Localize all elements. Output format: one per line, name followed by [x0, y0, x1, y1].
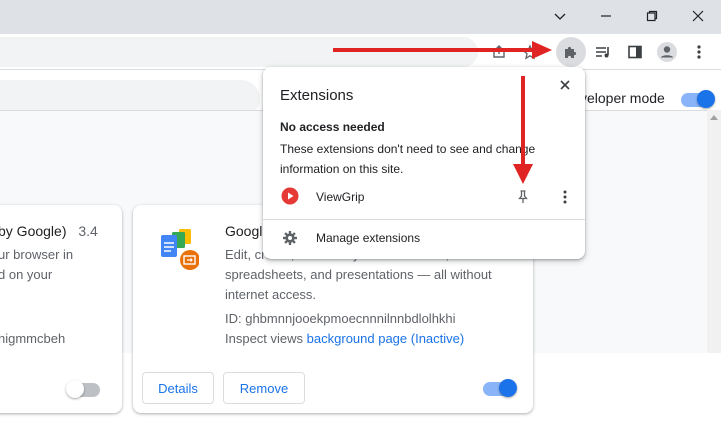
- extension-description-line: internet access.: [225, 287, 317, 302]
- manage-extensions-row[interactable]: Manage extensions: [263, 225, 585, 251]
- extension-title: by Google): [0, 223, 67, 239]
- extension-name: ViewGrip: [316, 190, 365, 204]
- developer-mode-label: veloper mode: [580, 90, 665, 106]
- developer-mode-toggle[interactable]: [681, 90, 715, 108]
- extension-enable-toggle[interactable]: [483, 379, 517, 397]
- address-bar[interactable]: [0, 37, 478, 67]
- close-icon[interactable]: [675, 0, 721, 32]
- share-icon[interactable]: [484, 37, 514, 67]
- background-page-link[interactable]: background page (Inactive): [307, 331, 465, 346]
- pin-icon[interactable]: [515, 189, 531, 205]
- settings-gear-icon: [282, 230, 298, 246]
- media-control-icon[interactable]: [588, 37, 618, 67]
- close-icon[interactable]: [555, 75, 575, 95]
- extension-description-line: ur browser in: [0, 247, 74, 262]
- more-options-icon[interactable]: [557, 189, 573, 205]
- scrollbar[interactable]: [707, 110, 721, 353]
- extension-row-viewgrip[interactable]: ViewGrip: [263, 184, 585, 210]
- popup-divider: [263, 219, 585, 220]
- restore-icon[interactable]: [629, 0, 675, 32]
- profile-avatar-icon[interactable]: [652, 37, 682, 67]
- scroll-up-icon[interactable]: [710, 115, 718, 120]
- chevron-down-icon[interactable]: [537, 0, 583, 32]
- popup-title: Extensions: [280, 87, 354, 104]
- extension-enable-toggle[interactable]: [66, 380, 100, 398]
- details-button[interactable]: Details: [142, 372, 214, 404]
- title-bar: [0, 0, 721, 34]
- extension-id: ID: ghbmnnjooekpmoecnnnilnnbdlolhkhi: [225, 311, 456, 326]
- manage-extensions-label: Manage extensions: [316, 231, 421, 245]
- extension-description-line: spreadsheets, and presentations — all wi…: [225, 267, 492, 282]
- google-docs-offline-icon: [159, 227, 200, 273]
- extension-version: 3.4: [78, 223, 98, 239]
- extension-card: by Google) 3.4 ur browser in d on your h…: [0, 205, 122, 413]
- section-description: These extensions don't need to see and c…: [280, 142, 536, 176]
- extension-id: higmmcbeh: [0, 331, 66, 346]
- extension-description-line: d on your: [0, 267, 53, 282]
- remove-button[interactable]: Remove: [223, 372, 305, 404]
- bookmark-icon[interactable]: [515, 37, 545, 67]
- extensions-popup: Extensions No access needed These extens…: [263, 67, 585, 259]
- viewgrip-icon: [281, 187, 299, 205]
- section-heading: No access needed: [280, 120, 385, 134]
- extensions-puzzle-icon[interactable]: [556, 37, 586, 67]
- browser-toolbar: [0, 34, 721, 70]
- minimize-icon[interactable]: [583, 0, 629, 32]
- inspect-views-label: Inspect views: [225, 331, 304, 346]
- side-panel-icon[interactable]: [620, 37, 650, 67]
- more-menu-icon[interactable]: [684, 37, 714, 67]
